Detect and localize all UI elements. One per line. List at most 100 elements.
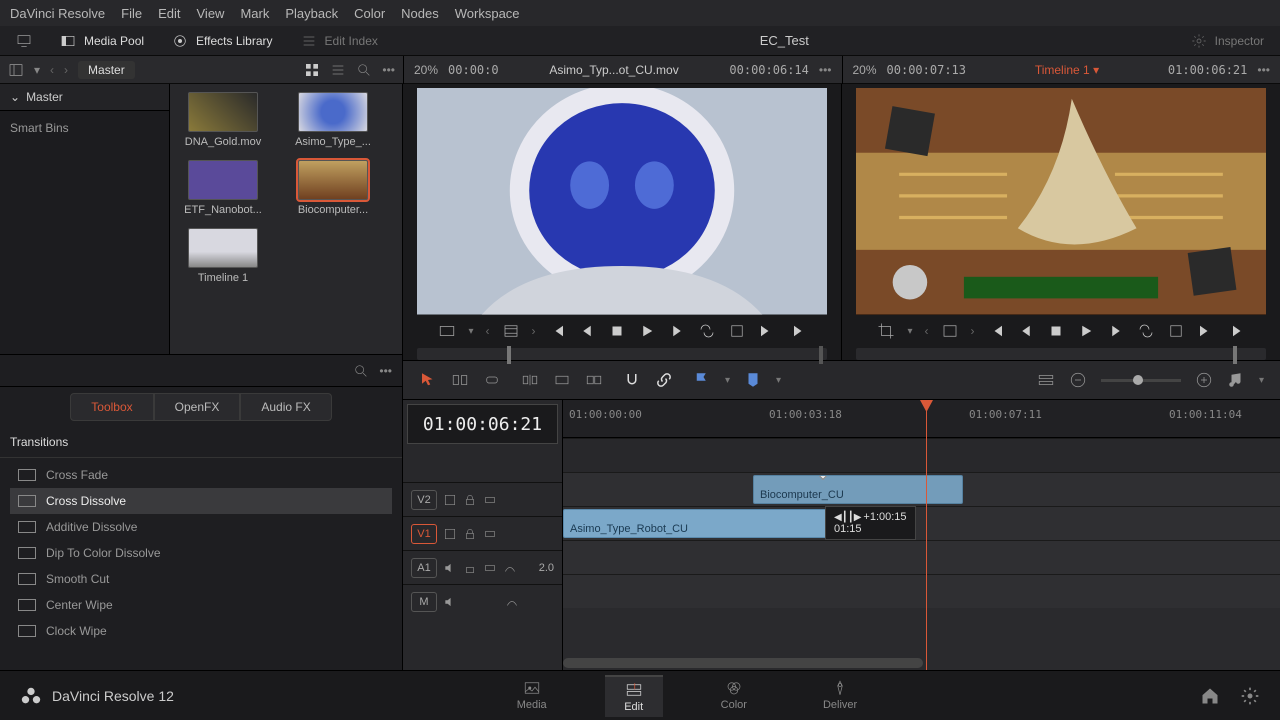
clip-v1[interactable]: Asimo_Type_Robot_CU: [563, 509, 828, 538]
last-frame-icon[interactable]: [758, 322, 776, 340]
program-scrubber[interactable]: [856, 348, 1266, 360]
track-head-v2[interactable]: V2: [403, 482, 562, 516]
more-icon[interactable]: •••: [1257, 63, 1270, 77]
prev-button[interactable]: ‹: [50, 63, 54, 77]
zoom-out-icon[interactable]: [1069, 371, 1087, 389]
clip-v2[interactable]: Biocomputer_CU: [753, 475, 963, 504]
page-deliver[interactable]: Deliver: [805, 675, 875, 717]
snap-icon[interactable]: [623, 371, 641, 389]
film-icon[interactable]: [502, 322, 520, 340]
loop-icon[interactable]: [1137, 322, 1155, 340]
track-a1[interactable]: [563, 540, 1280, 574]
clip-thumb[interactable]: Asimo_Type_...: [288, 92, 378, 148]
lock-icon[interactable]: [463, 527, 477, 541]
track-head-a1[interactable]: A1 2.0: [403, 550, 562, 584]
menu-view[interactable]: View: [197, 6, 225, 21]
mute-icon[interactable]: [443, 561, 457, 575]
timeline-view-icon[interactable]: [1037, 371, 1055, 389]
film-icon[interactable]: [941, 322, 959, 340]
horizontal-scrollbar[interactable]: [563, 658, 923, 668]
stop-icon[interactable]: [608, 322, 626, 340]
track-v2[interactable]: Biocomputer_CU: [563, 472, 1280, 506]
playhead[interactable]: [926, 400, 927, 670]
curve-icon[interactable]: [505, 595, 519, 609]
fx-category[interactable]: Transitions: [0, 427, 402, 458]
match-frame-icon[interactable]: [1167, 322, 1185, 340]
marker-icon[interactable]: [744, 371, 762, 389]
track-head-v1[interactable]: V1: [403, 516, 562, 550]
tab-toolbox[interactable]: Toolbox: [70, 393, 153, 421]
match-frame-icon[interactable]: [728, 322, 746, 340]
menu-edit[interactable]: Edit: [158, 6, 180, 21]
search-icon[interactable]: [356, 62, 372, 78]
first-frame-icon[interactable]: [548, 322, 566, 340]
home-icon[interactable]: [1200, 686, 1220, 706]
more-icon[interactable]: •••: [382, 63, 395, 77]
gear-icon[interactable]: [1240, 686, 1260, 706]
last-frame-icon[interactable]: [1197, 322, 1215, 340]
transition-item[interactable]: Additive Dissolve: [10, 514, 392, 540]
next-frame-icon[interactable]: [668, 322, 686, 340]
auto-select-icon[interactable]: [483, 561, 497, 575]
transition-item[interactable]: Cross Dissolve: [10, 488, 392, 514]
tab-audiofx[interactable]: Audio FX: [240, 393, 331, 421]
transition-item[interactable]: Cross Fade: [10, 462, 392, 488]
auto-select-icon[interactable]: [483, 527, 497, 541]
lock-icon[interactable]: [463, 561, 477, 575]
media-pool-toggle[interactable]: Media Pool: [60, 33, 144, 49]
menu-color[interactable]: Color: [354, 6, 385, 21]
timeline-thumb[interactable]: Timeline 1: [178, 228, 268, 284]
page-media[interactable]: Media: [499, 675, 565, 717]
prev-frame-icon[interactable]: [578, 322, 596, 340]
prev-frame-icon[interactable]: [1017, 322, 1035, 340]
mark-out-icon[interactable]: [1227, 322, 1245, 340]
crop-icon[interactable]: [877, 322, 895, 340]
flag-icon[interactable]: [693, 371, 711, 389]
mute-icon[interactable]: [443, 595, 457, 609]
chevron-down-icon[interactable]: ▾: [34, 63, 40, 77]
edit-index-toggle[interactable]: Edit Index: [301, 33, 378, 49]
disable-icon[interactable]: [443, 493, 457, 507]
monitor-icon[interactable]: [16, 33, 32, 49]
blade-tool-icon[interactable]: [483, 371, 501, 389]
auto-select-icon[interactable]: [483, 493, 497, 507]
next-button[interactable]: ›: [64, 63, 68, 77]
smart-bins-header[interactable]: Smart Bins: [0, 111, 169, 145]
menu-mark[interactable]: Mark: [240, 6, 269, 21]
zoom-in-icon[interactable]: [1195, 371, 1213, 389]
lock-icon[interactable]: [463, 493, 477, 507]
source-clip-name[interactable]: Asimo_Typ...ot_CU.mov: [509, 63, 720, 77]
program-zoom[interactable]: 20%: [853, 63, 877, 77]
music-icon[interactable]: [1227, 371, 1245, 389]
loop-icon[interactable]: [698, 322, 716, 340]
transition-item[interactable]: Smooth Cut: [10, 566, 392, 592]
mark-out-icon[interactable]: [788, 322, 806, 340]
menu-playback[interactable]: Playback: [285, 6, 338, 21]
timeline-name[interactable]: Timeline 1 ▾: [976, 63, 1158, 77]
effects-library-toggle[interactable]: Effects Library: [172, 33, 272, 49]
page-edit[interactable]: Edit: [605, 675, 663, 717]
curve-icon[interactable]: [503, 561, 517, 575]
play-icon[interactable]: [638, 322, 656, 340]
timeline-body[interactable]: 01:00:00:00 01:00:03:18 01:00:07:11 01:0…: [563, 400, 1280, 670]
overwrite-icon[interactable]: [553, 371, 571, 389]
list-view-icon[interactable]: [330, 62, 346, 78]
timeline-timecode[interactable]: 01:00:06:21: [407, 404, 558, 444]
first-frame-icon[interactable]: [987, 322, 1005, 340]
disable-icon[interactable]: [443, 527, 457, 541]
transition-item[interactable]: Clock Wipe: [10, 618, 392, 644]
trim-tool-icon[interactable]: [451, 371, 469, 389]
track-m[interactable]: [563, 574, 1280, 608]
menu-workspace[interactable]: Workspace: [455, 6, 520, 21]
inspector-toggle[interactable]: Inspector: [1191, 33, 1264, 49]
link-icon[interactable]: [655, 371, 673, 389]
more-icon[interactable]: •••: [819, 63, 832, 77]
tab-openfx[interactable]: OpenFX: [154, 393, 241, 421]
clip-thumb[interactable]: ETF_Nanobot...: [178, 160, 268, 216]
track-head-m[interactable]: M: [403, 584, 562, 618]
bin-name[interactable]: Master: [78, 61, 135, 79]
source-scrubber[interactable]: [417, 348, 827, 360]
layout-icon[interactable]: [8, 62, 24, 78]
source-zoom[interactable]: 20%: [414, 63, 438, 77]
replace-icon[interactable]: [585, 371, 603, 389]
